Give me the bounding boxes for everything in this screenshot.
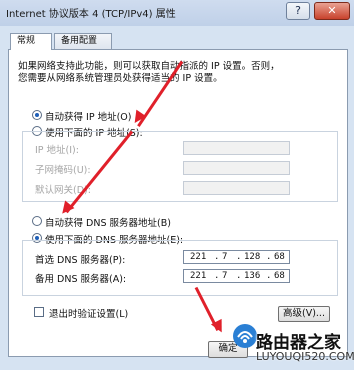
- close-button[interactable]: ✕: [314, 2, 350, 20]
- preferred-dns-label: 首选 DNS 服务器(P):: [35, 255, 126, 266]
- description-line-2: 您需要从网络系统管理员处获得适当的 IP 设置。: [18, 73, 223, 84]
- octet-separator: .: [214, 271, 220, 281]
- auto-ip-radio[interactable]: [32, 110, 42, 120]
- validate-on-exit-label[interactable]: 退出时验证设置(L): [49, 306, 128, 320]
- tab-strip: 常规 备用配置: [8, 33, 348, 50]
- octet-separator: .: [214, 252, 220, 262]
- alternate-dns-octet-2: 7: [222, 271, 228, 281]
- router-logo-icon: [233, 324, 257, 348]
- preferred-dns-octet-1: 221: [190, 252, 207, 262]
- preferred-dns-octet-2: 7: [222, 252, 228, 262]
- alternate-dns-octet-4: 68: [274, 271, 285, 281]
- ip-address-field: [183, 141, 290, 155]
- window-title: Internet 协议版本 4 (TCP/IPv4) 属性: [6, 9, 176, 20]
- alternate-dns-field[interactable]: 221 . 7 . 136 . 68: [183, 269, 290, 283]
- subnet-mask-field: [183, 161, 290, 175]
- ipv4-properties-dialog: Internet 协议版本 4 (TCP/IPv4) 属性 ? ✕ 常规 备用配…: [0, 0, 354, 370]
- octet-separator: .: [266, 271, 272, 281]
- octet-separator: .: [266, 252, 272, 262]
- tab-general[interactable]: 常规: [10, 33, 52, 50]
- advanced-button[interactable]: 高级(V)...: [278, 306, 330, 322]
- dns-settings-group: [22, 240, 338, 296]
- alternate-dns-label: 备用 DNS 服务器(A):: [35, 274, 127, 285]
- validate-on-exit-checkbox[interactable]: [34, 307, 44, 317]
- preferred-dns-octet-4: 68: [274, 252, 285, 262]
- octet-separator: .: [236, 271, 242, 281]
- title-bar[interactable]: Internet 协议版本 4 (TCP/IPv4) 属性 ? ✕: [0, 0, 354, 26]
- preferred-dns-octet-3: 128: [244, 252, 261, 262]
- watermark-url: LUYOUQI520.COM: [256, 350, 354, 363]
- alternate-dns-octet-3: 136: [244, 271, 261, 281]
- subnet-mask-label: 子网掩码(U):: [35, 165, 91, 176]
- auto-dns-radio[interactable]: [32, 216, 42, 226]
- auto-ip-label[interactable]: 自动获得 IP 地址(O): [45, 109, 131, 123]
- preferred-dns-field[interactable]: 221 . 7 . 128 . 68: [183, 250, 290, 264]
- ip-address-label: IP 地址(I):: [35, 145, 79, 156]
- auto-dns-label[interactable]: 自动获得 DNS 服务器地址(B): [45, 215, 171, 229]
- default-gateway-field: [183, 181, 290, 195]
- alternate-dns-octet-1: 221: [190, 271, 207, 281]
- octet-separator: .: [236, 252, 242, 262]
- help-button[interactable]: ?: [286, 2, 310, 20]
- tab-alternate-configuration[interactable]: 备用配置: [54, 33, 112, 49]
